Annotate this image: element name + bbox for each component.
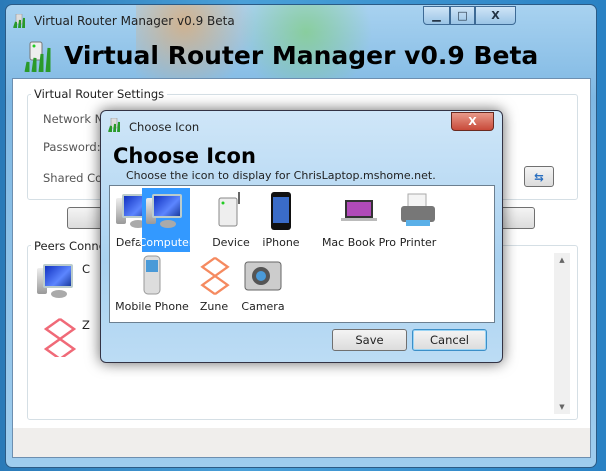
shared-connection-label: Shared Co: [43, 171, 103, 185]
phone-icon: [132, 254, 172, 296]
peer-name: Z: [82, 318, 90, 332]
device-icon: [211, 190, 251, 232]
dialog-subtitle: Choose the icon to display for ChrisLapt…: [126, 169, 436, 182]
icon-option-label: Mac Book Pro: [321, 236, 397, 249]
icon-option-mac-book-pro[interactable]: Mac Book Pro: [319, 188, 399, 252]
icon-option-label: Zune: [199, 300, 229, 313]
computer-icon: [146, 190, 186, 232]
peers-scrollbar[interactable]: ▲ ▼: [554, 253, 570, 414]
icon-option-printer[interactable]: Printer: [394, 188, 442, 252]
minimize-button[interactable]: ▁: [423, 6, 450, 25]
printer-icon: [398, 190, 438, 232]
dialog-title: Choose Icon: [129, 120, 200, 134]
maximize-button[interactable]: □: [450, 6, 475, 25]
scroll-up-arrow[interactable]: ▲: [554, 256, 570, 264]
icon-option-camera[interactable]: Camera: [234, 252, 292, 316]
icon-option-computer[interactable]: Computer: [139, 188, 193, 252]
save-button[interactable]: Save: [332, 329, 407, 351]
icon-option-label: Device: [212, 236, 250, 249]
iphone-icon: [261, 190, 301, 232]
peer-name: C: [82, 262, 91, 276]
icon-option-label: iPhone: [262, 236, 300, 249]
cancel-button[interactable]: Cancel: [412, 329, 487, 351]
peer-item[interactable]: [35, 313, 83, 377]
scroll-down-arrow[interactable]: ▼: [554, 403, 570, 411]
dialog-app-icon: [108, 117, 122, 133]
close-button[interactable]: X: [475, 6, 516, 25]
refresh-button[interactable]: ⇆: [524, 166, 554, 187]
icon-option-label: Camera: [241, 300, 285, 313]
laptop-icon: [339, 190, 379, 232]
icon-option-mobile-phone[interactable]: Mobile Phone: [112, 252, 192, 316]
icon-option-device[interactable]: Device: [207, 188, 255, 252]
status-strip: [13, 428, 590, 457]
network-name-label: Network N: [43, 112, 104, 126]
zune-icon: [194, 254, 234, 296]
zune-icon: [39, 315, 79, 357]
dialog-close-button[interactable]: X: [451, 112, 494, 131]
choose-icon-dialog: Choose Icon X Choose Icon Choose the ico…: [100, 110, 503, 363]
window-title: Virtual Router Manager v0.9 Beta: [34, 14, 235, 28]
icon-option-zune[interactable]: Zune: [190, 252, 238, 316]
computer-icon: [37, 260, 77, 302]
dialog-heading: Choose Icon: [113, 144, 256, 168]
peers-group-label: Peers Conne: [31, 239, 109, 253]
app-icon: [13, 13, 27, 29]
app-heading: Virtual Router Manager v0.9 Beta: [64, 41, 539, 70]
icon-option-label: Mobile Phone: [115, 300, 189, 313]
icon-option-iphone[interactable]: iPhone: [257, 188, 305, 252]
camera-icon: [243, 254, 283, 296]
refresh-icon: ⇆: [534, 169, 544, 184]
icon-list[interactable]: Default Computer Device iPhone Mac Book Pro P…: [109, 185, 495, 323]
icon-option-label: Printer: [399, 236, 437, 249]
router-logo-icon: [23, 38, 53, 73]
password-label: Password:: [43, 140, 101, 154]
window-controls: ▁ □ X: [423, 6, 516, 25]
settings-group-label: Virtual Router Settings: [31, 87, 168, 101]
icon-option-label: Computer: [138, 236, 194, 249]
